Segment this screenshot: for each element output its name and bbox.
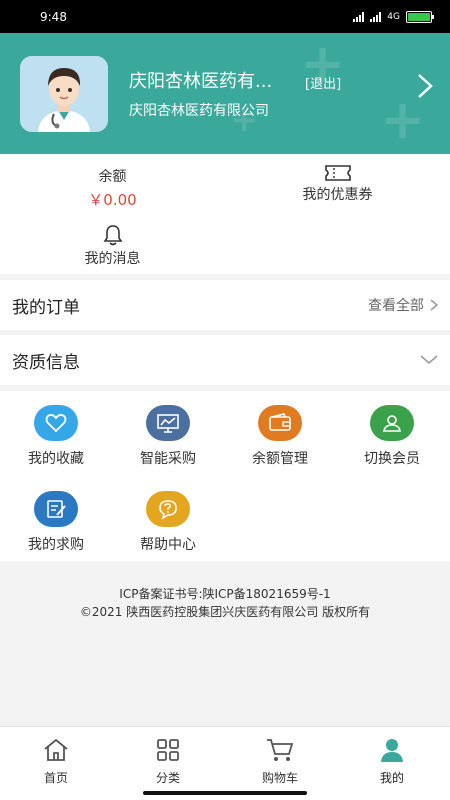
qualification-title: 资质信息 bbox=[12, 352, 80, 373]
help-center-item[interactable]: 帮助中心 bbox=[112, 491, 224, 554]
chart-board-icon bbox=[146, 405, 190, 441]
status-time: 9:48 bbox=[40, 9, 67, 24]
cart-icon bbox=[267, 739, 294, 761]
category-grid-icon bbox=[157, 739, 179, 761]
orders-row[interactable]: 我的订单 查看全部 bbox=[0, 280, 450, 330]
tab-category[interactable]: 分类 bbox=[112, 737, 224, 786]
heart-icon bbox=[34, 405, 78, 441]
user-switch-icon bbox=[370, 405, 414, 441]
view-all-label: 查看全部 bbox=[368, 298, 424, 314]
chevron-down-icon[interactable] bbox=[420, 355, 438, 365]
feature-label: 帮助中心 bbox=[140, 537, 196, 553]
balance-value: ￥0.00 bbox=[88, 191, 137, 209]
feature-label: 我的求购 bbox=[28, 537, 84, 553]
feature-label: 余额管理 bbox=[252, 451, 308, 467]
message-label: 我的消息 bbox=[84, 251, 141, 267]
smart-purchase-item[interactable]: 智能采购 bbox=[112, 405, 224, 468]
switch-member-item[interactable]: 切换会员 bbox=[336, 405, 448, 468]
wallet-icon bbox=[258, 405, 302, 441]
bell-icon bbox=[103, 225, 122, 246]
logout-link[interactable]: [退出] bbox=[305, 73, 341, 92]
ticket-icon bbox=[324, 165, 351, 181]
balance-item[interactable]: 余额 ￥0.00 bbox=[75, 166, 150, 210]
status-bar: 9:48 4G bbox=[0, 0, 450, 33]
qualification-row[interactable]: 资质信息 bbox=[0, 335, 450, 385]
user-name: 庆阳杏林医药有... bbox=[129, 71, 273, 92]
tab-label: 我的 bbox=[379, 771, 404, 785]
user-company: 庆阳杏林医药有限公司 bbox=[129, 103, 269, 119]
view-all-orders[interactable]: 查看全部 bbox=[368, 295, 438, 315]
help-chat-icon bbox=[146, 491, 190, 527]
battery-icon bbox=[406, 10, 434, 23]
balance-label: 余额 bbox=[98, 169, 127, 185]
feature-label: 智能采购 bbox=[140, 451, 196, 467]
feature-label: 我的收藏 bbox=[28, 451, 84, 467]
icp-text: ICP备案证书号:陕ICP备18021659号-1 bbox=[119, 587, 331, 601]
coupon-item[interactable]: 我的优惠券 bbox=[280, 164, 395, 204]
wallet-section: 余额 ￥0.00 我的优惠券 我的消息 bbox=[0, 154, 450, 274]
tab-home[interactable]: 首页 bbox=[0, 737, 112, 786]
favorites-item[interactable]: 我的收藏 bbox=[0, 405, 112, 468]
signal-icon bbox=[353, 11, 365, 22]
profile-icon bbox=[381, 739, 403, 762]
cross-decoration-icon: + bbox=[380, 88, 426, 151]
my-requests-item[interactable]: 我的求购 bbox=[0, 491, 112, 554]
tab-label: 首页 bbox=[43, 771, 68, 785]
edit-note-icon bbox=[34, 491, 78, 527]
chevron-right-icon[interactable] bbox=[416, 73, 434, 99]
chevron-right-icon bbox=[430, 299, 438, 311]
avatar[interactable] bbox=[20, 56, 108, 132]
feature-grid: 我的收藏 智能采购 余额管理 切换会员 我的求购 帮助中心 bbox=[0, 391, 450, 561]
tab-label: 分类 bbox=[155, 771, 180, 785]
home-icon bbox=[44, 738, 68, 761]
network-type: 4G bbox=[387, 11, 400, 22]
signal-icon-2 bbox=[370, 11, 382, 22]
balance-manage-item[interactable]: 余额管理 bbox=[224, 405, 336, 468]
feature-label: 切换会员 bbox=[364, 451, 420, 467]
tab-cart[interactable]: 购物车 bbox=[224, 737, 336, 786]
copyright-text: ©2021 陕西医药控股集团兴庆医药有限公司 版权所有 bbox=[79, 605, 371, 619]
bottom-tab-bar: 首页 分类 购物车 我的 bbox=[0, 726, 450, 786]
home-indicator-area bbox=[0, 786, 450, 800]
profile-header[interactable]: + + + 庆阳杏林医药有... [退出] 庆阳杏林医药有限公司 bbox=[0, 33, 450, 154]
status-indicators: 4G bbox=[353, 10, 434, 23]
message-item[interactable]: 我的消息 bbox=[65, 224, 160, 268]
coupon-label: 我的优惠券 bbox=[302, 187, 373, 203]
tab-mine[interactable]: 我的 bbox=[336, 737, 448, 786]
home-indicator[interactable] bbox=[143, 791, 307, 795]
tab-label: 购物车 bbox=[261, 771, 298, 785]
orders-title: 我的订单 bbox=[12, 297, 80, 318]
